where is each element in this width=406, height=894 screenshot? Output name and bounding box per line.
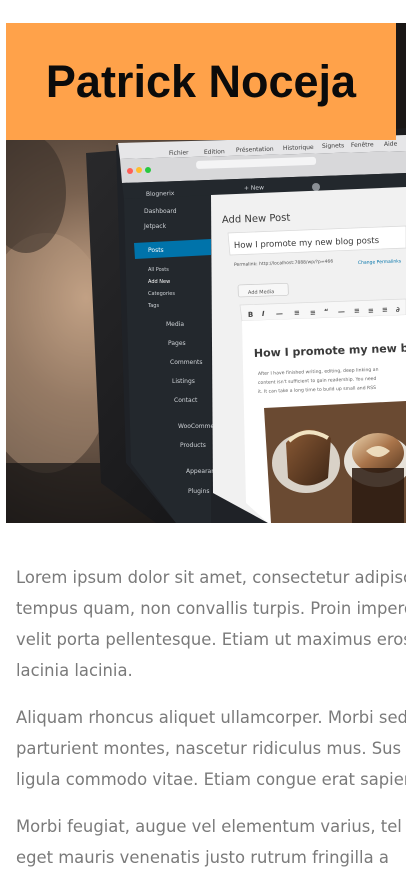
paragraph-line: Morbi feugiat, augue vel elementum variu…	[16, 817, 402, 836]
hero-banner: Fichier Edition Présentation Historique …	[6, 23, 406, 523]
menu-item: Aide	[384, 141, 398, 148]
paragraph-line: parturient montes, nascetur ridiculus mu…	[16, 739, 402, 758]
menu-item: Présentation	[236, 146, 274, 154]
sidebar-item: Jetpack	[143, 223, 167, 230]
article-paragraph: Aliquam rhoncus aliquet ullamcorper. Mor…	[16, 702, 406, 795]
sidebar-item: Listings	[172, 378, 195, 385]
svg-text:≡: ≡	[354, 307, 360, 315]
article-paragraph: Morbi feugiat, augue vel elementum variu…	[16, 811, 406, 873]
article-paragraph: Lorem ipsum dolor sit amet, consectetur …	[16, 562, 406, 686]
svg-text:—: —	[276, 310, 283, 318]
menu-item: Fichier	[169, 149, 189, 157]
sidebar-item: Tags	[147, 303, 159, 309]
admin-bar-site: Blognerix	[146, 190, 175, 198]
menu-item: Signets	[322, 142, 344, 150]
paragraph-line: velit porta pellentesque. Etiam ut maxim…	[16, 630, 406, 649]
svg-text:B: B	[248, 311, 254, 319]
paragraph-line: tempus quam, non convallis turpis. Proin…	[16, 599, 406, 618]
site-title-box: Patrick Noceja	[6, 23, 396, 140]
svg-text:≡: ≡	[368, 307, 374, 315]
paragraph-line: Lorem ipsum dolor sit amet, consectetur …	[16, 568, 406, 587]
sidebar-item: Add New	[148, 279, 170, 285]
sidebar-item: Plugins	[188, 488, 210, 495]
sidebar-item: Media	[166, 321, 184, 328]
page: Fichier Edition Présentation Historique …	[0, 0, 406, 894]
site-title: Patrick Noceja	[45, 55, 357, 107]
paragraph-line: ligula commodo vitae. Etiam congue erat …	[16, 770, 406, 789]
sidebar-item: Pages	[168, 340, 186, 347]
sidebar-item: All Posts	[148, 267, 169, 273]
sidebar-item: Comments	[170, 359, 203, 366]
sidebar-item: Products	[180, 442, 206, 449]
svg-text:“: “	[324, 308, 329, 316]
paragraph-line: Aliquam rhoncus aliquet ullamcorper. Mor…	[16, 708, 406, 727]
article-body: Lorem ipsum dolor sit amet, consectetur …	[16, 562, 406, 889]
svg-text:≡: ≡	[382, 306, 388, 314]
svg-text:—: —	[338, 308, 345, 316]
menu-item: Fenêtre	[351, 141, 374, 149]
sidebar-item: Dashboard	[144, 208, 177, 215]
svg-text:≡: ≡	[294, 309, 300, 317]
menu-item: Edition	[204, 148, 225, 156]
add-media-button: Add Media	[248, 289, 274, 296]
svg-text:≡: ≡	[310, 309, 316, 317]
paragraph-line: eget mauris venenatis justo rutrum fring…	[16, 848, 389, 867]
paragraph-line: lacinia lacinia.	[16, 661, 133, 680]
sidebar-item: Categories	[148, 291, 175, 297]
menu-item: Historique	[283, 144, 314, 152]
sidebar-item: Contact	[174, 397, 198, 404]
sidebar-item: Posts	[148, 247, 164, 254]
admin-bar-new: + New	[244, 184, 264, 192]
svg-text:∂: ∂	[396, 306, 400, 314]
